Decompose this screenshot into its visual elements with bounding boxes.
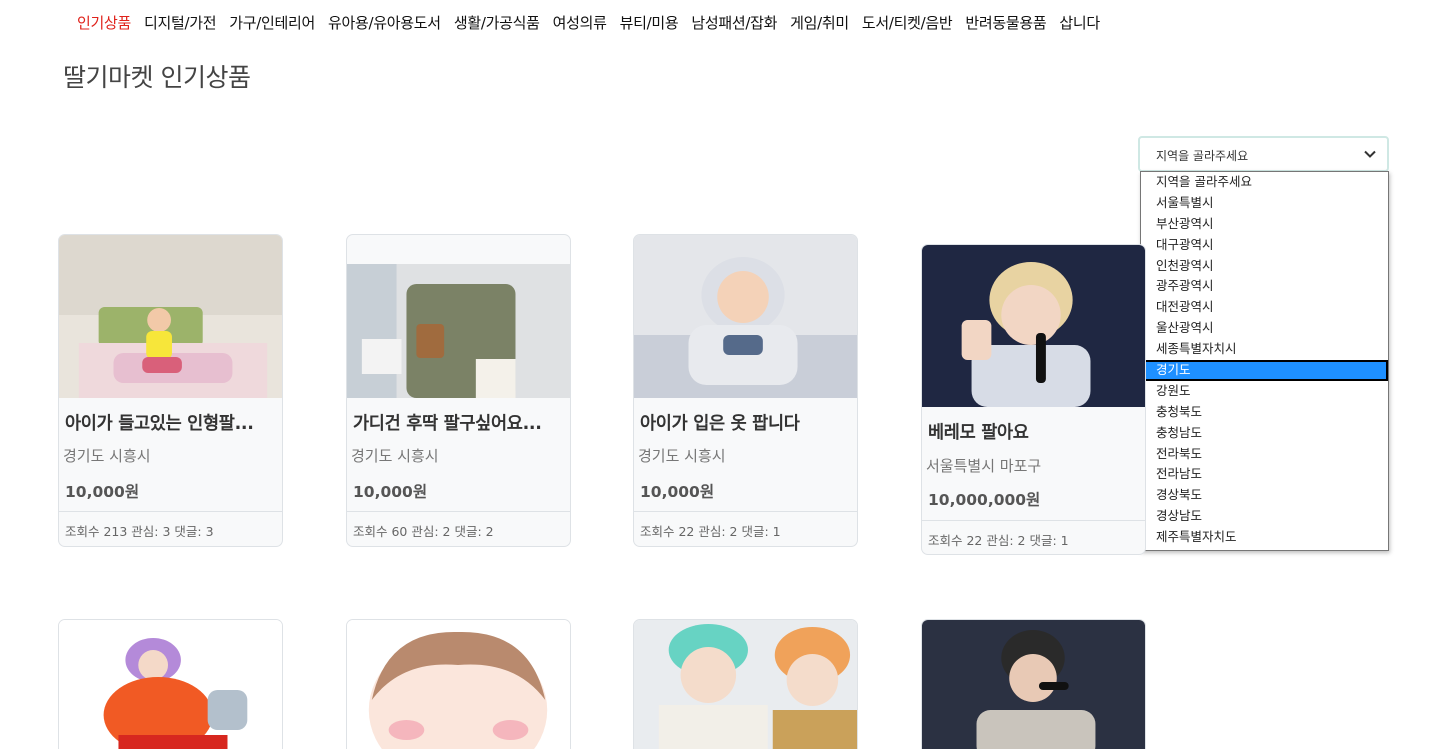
product-image[interactable] — [634, 620, 857, 749]
region-option[interactable]: 전라북도 — [1141, 444, 1388, 465]
region-select[interactable]: 지역을 골라주세요 — [1138, 136, 1389, 172]
product-card[interactable]: 베레모 팔아요 서울특별시 마포구 10,000,000원 조회수 22 관심:… — [921, 244, 1146, 555]
category-nav: 인기상품 디지털/가전 가구/인테리어 유아용/유아용도서 생활/가공식품 여성… — [77, 12, 1100, 33]
product-title: 아이가 들고있는 인형팔... — [65, 414, 254, 434]
product-card[interactable] — [633, 619, 858, 749]
region-option[interactable]: 전라남도 — [1141, 464, 1388, 485]
product-price: 10,000,000원 — [928, 491, 1041, 509]
product-location: 경기도 시흥시 — [638, 447, 726, 465]
region-option[interactable]: 인천광역시 — [1141, 256, 1388, 277]
product-card[interactable] — [346, 619, 571, 749]
region-option[interactable]: 대전광역시 — [1141, 297, 1388, 318]
product-image[interactable] — [59, 235, 282, 398]
product-title: 아이가 입은 옷 팝니다 — [640, 414, 800, 434]
product-stats: 조회수 213 관심: 3 댓글: 3 — [59, 511, 282, 546]
product-image[interactable] — [922, 620, 1145, 749]
region-option[interactable]: 울산광역시 — [1141, 318, 1388, 339]
region-option[interactable]: 세종특별자치시 — [1141, 339, 1388, 360]
product-card[interactable]: 아이가 입은 옷 팝니다 경기도 시흥시 10,000원 조회수 22 관심: … — [633, 234, 858, 547]
product-card[interactable] — [921, 619, 1146, 749]
region-option[interactable]: 강원도 — [1141, 381, 1388, 402]
region-option[interactable]: 광주광역시 — [1141, 276, 1388, 297]
region-option[interactable]: 충청북도 — [1141, 402, 1388, 423]
region-select-value: 지역을 골라주세요 — [1156, 149, 1249, 163]
product-location: 경기도 시흥시 — [63, 447, 151, 465]
region-option[interactable]: 서울특별시 — [1141, 193, 1388, 214]
region-option[interactable]: 부산광역시 — [1141, 214, 1388, 235]
region-dropdown-list: 지역을 골라주세요 서울특별시 부산광역시 대구광역시 인천광역시 광주광역시 … — [1140, 171, 1389, 551]
nav-item-furniture[interactable]: 가구/인테리어 — [229, 12, 315, 33]
product-location: 경기도 시흥시 — [351, 447, 439, 465]
page-title: 딸기마켓 인기상품 — [63, 63, 251, 92]
product-image[interactable] — [347, 620, 570, 749]
product-card[interactable]: 아이가 들고있는 인형팔... 경기도 시흥시 10,000원 조회수 213 … — [58, 234, 283, 547]
region-option[interactable]: 제주특별자치도 — [1141, 527, 1388, 548]
nav-item-games[interactable]: 게임/취미 — [790, 12, 849, 33]
product-stats: 조회수 22 관심: 2 댓글: 1 — [634, 511, 857, 546]
region-option[interactable]: 충청남도 — [1141, 423, 1388, 444]
product-image[interactable] — [634, 235, 857, 398]
product-image[interactable] — [347, 264, 570, 398]
nav-item-women[interactable]: 여성의류 — [553, 12, 607, 33]
product-stats: 조회수 22 관심: 2 댓글: 1 — [922, 520, 1145, 554]
region-option[interactable]: 대구광역시 — [1141, 235, 1388, 256]
product-price: 10,000원 — [65, 483, 140, 501]
product-price: 10,000원 — [640, 483, 715, 501]
nav-item-men[interactable]: 남성패션/잡화 — [691, 12, 777, 33]
product-image[interactable] — [922, 245, 1145, 407]
nav-item-pets[interactable]: 반려동물용품 — [965, 12, 1046, 33]
nav-item-buying[interactable]: 삽니다 — [1059, 12, 1100, 33]
region-option-highlighted[interactable]: 경기도 — [1141, 360, 1388, 381]
product-stats: 조회수 60 관심: 2 댓글: 2 — [347, 511, 570, 546]
chevron-down-icon — [1364, 150, 1376, 158]
product-card[interactable] — [58, 619, 283, 749]
region-option[interactable]: 지역을 골라주세요 — [1141, 172, 1388, 193]
region-option[interactable]: 경상남도 — [1141, 506, 1388, 527]
nav-item-popular[interactable]: 인기상품 — [77, 12, 131, 33]
product-title: 베레모 팔아요 — [928, 423, 1029, 443]
product-location: 서울특별시 마포구 — [926, 457, 1042, 475]
nav-item-kids[interactable]: 유아용/유아용도서 — [328, 12, 441, 33]
region-option[interactable]: 경상북도 — [1141, 485, 1388, 506]
product-title: 가디건 후딱 팔구싶어요... — [353, 414, 542, 434]
nav-item-books[interactable]: 도서/티켓/음반 — [862, 12, 953, 33]
nav-item-beauty[interactable]: 뷰티/미용 — [620, 12, 679, 33]
nav-item-living[interactable]: 생활/가공식품 — [454, 12, 540, 33]
product-image[interactable] — [59, 620, 282, 749]
product-price: 10,000원 — [353, 483, 428, 501]
product-card[interactable]: 가디건 후딱 팔구싶어요... 경기도 시흥시 10,000원 조회수 60 관… — [346, 234, 571, 547]
nav-item-digital[interactable]: 디지털/가전 — [144, 12, 217, 33]
